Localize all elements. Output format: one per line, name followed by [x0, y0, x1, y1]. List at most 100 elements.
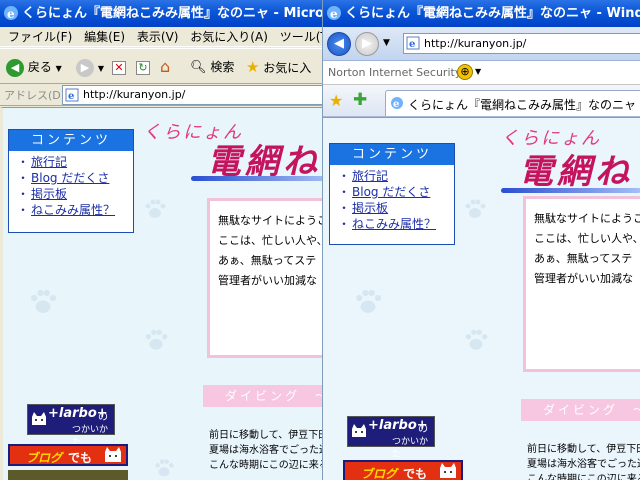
- refresh-icon: ↻: [136, 60, 150, 75]
- title-bar[interactable]: e くらにょん『電網ねこみみ属性』なのニャ - Windows I: [323, 0, 640, 27]
- back-button[interactable]: ◀ 戻る ▼: [6, 56, 62, 78]
- harbot-banner[interactable]: +larbo+ の つかいかた: [27, 404, 115, 448]
- tab-current[interactable]: e くらにょん『電網ねこみみ属性』なのニャ: [385, 90, 640, 116]
- norton-globe-icon[interactable]: ⊕: [457, 64, 473, 80]
- menu-link-travel[interactable]: ・旅行記: [338, 168, 454, 184]
- diary-line: 前日に移動して、伊豆下田: [527, 444, 640, 455]
- intro-box: 無駄なサイトにようこ ここは、忙しい人や、 あぁ、無駄ってステ 管理者がいい加減…: [523, 196, 640, 372]
- menu-link-blog[interactable]: ・ Blog だだくさ: [338, 184, 454, 200]
- address-input[interactable]: e http://kuranyon.jp/: [62, 85, 322, 105]
- cat-icon: [352, 424, 366, 437]
- dropdown-arrow-icon: ▼: [55, 64, 62, 73]
- cat-icon: [32, 412, 46, 425]
- cat-icon: [440, 463, 456, 478]
- navigation-bar: ◀ ▶ ▼ e http://kuranyon.jp/: [323, 27, 640, 61]
- back-arrow-icon: ◀: [334, 36, 344, 51]
- ie7-window: e くらにょん『電網ねこみみ属性』なのニャ - Windows I ◀ ▶ ▼ …: [322, 0, 640, 480]
- menu-link-nekomimi[interactable]: ・ねこみみ属性？: [17, 202, 133, 218]
- forward-button[interactable]: ▶ ▼: [76, 56, 104, 78]
- diary-line: こんな時期にこの辺に来る: [209, 460, 322, 471]
- address-label: アドレス(D): [4, 89, 66, 102]
- cat-icon: [105, 447, 121, 462]
- ie-page-icon: e: [391, 97, 403, 110]
- blog-banner[interactable]: ブログ でも: [343, 460, 463, 480]
- address-bar: アドレス(D) e http://kuranyon.jp/: [0, 84, 322, 106]
- paw-icon: [356, 289, 382, 313]
- address-input[interactable]: e http://kuranyon.jp/: [403, 33, 640, 54]
- paw-icon: [145, 199, 166, 218]
- menu-link-bbs[interactable]: ・掲示板: [17, 186, 133, 202]
- menu-file[interactable]: ファイル(F): [8, 27, 72, 47]
- home-button[interactable]: ⌂: [160, 56, 170, 78]
- back-label: 戻る: [27, 60, 52, 74]
- favorites-star-icon[interactable]: ★: [329, 91, 343, 110]
- diary-line: 夏場は海水浴客でごった返: [209, 445, 322, 456]
- star-icon: ★: [246, 58, 260, 76]
- paw-icon: [465, 329, 488, 350]
- window-title: くらにょん『電網ねこみみ属性』なのニャ - Windows I: [345, 6, 640, 21]
- ie6-window: e くらにょん『電網ねこみみ属性』なのニャ - Microsoft ファイル(F…: [0, 0, 322, 480]
- logo-swoosh: [501, 188, 640, 193]
- forward-arrow-icon: ▶: [76, 58, 94, 77]
- history-dropdown-icon[interactable]: ▼: [383, 38, 390, 48]
- svg-text:e: e: [68, 91, 74, 102]
- menu-link-blog[interactable]: ・ Blog だだくさ: [17, 170, 133, 186]
- menu-link-nekomimi[interactable]: ・ねこみみ属性？: [338, 216, 454, 232]
- menu-link-travel[interactable]: ・旅行記: [17, 154, 133, 170]
- contents-menu-title: コンテンツ: [9, 130, 133, 151]
- norton-toolbar: Norton Internet Security ⊕ ▼: [323, 61, 640, 85]
- stop-icon: ✕: [112, 60, 126, 75]
- contents-menu: コンテンツ ・旅行記 ・ Blog だだくさ ・掲示板 ・ねこみみ属性？: [8, 129, 134, 233]
- page-icon: e: [65, 88, 79, 102]
- home-icon: ⌂: [160, 57, 171, 76]
- tab-bar: ★ ✚ e くらにょん『電網ねこみみ属性』なのニャ: [323, 85, 640, 117]
- intro-line: 管理者がいい加減な: [534, 272, 633, 285]
- diary-line: こんな時期にこの辺に来る: [527, 474, 640, 480]
- menu-favorites[interactable]: お気に入り(A): [190, 27, 268, 47]
- search-icon: 🔍︎: [190, 60, 207, 75]
- intro-line: 無駄なサイトにようこ: [534, 212, 640, 225]
- menu-bar: ファイル(F) 編集(E) 表示(V) お気に入り(A) ツール(T: [0, 27, 322, 47]
- forward-button[interactable]: ▶: [355, 32, 379, 56]
- window-title: くらにょん『電網ねこみみ属性』なのニャ - Microsoft: [22, 6, 322, 21]
- diving-heading: ダイビング 〜: [203, 385, 322, 407]
- title-bar[interactable]: e くらにょん『電網ねこみみ属性』なのニャ - Microsoft: [0, 0, 322, 27]
- intro-line: ここは、忙しい人や、: [534, 232, 640, 245]
- stop-button[interactable]: ✕: [112, 56, 126, 78]
- page-icon: e: [406, 36, 420, 50]
- diary-text: 前日に移動して、伊豆下田 夏場は海水浴客でごった返 こんな時期にこの辺に来る: [209, 428, 322, 473]
- site-logo[interactable]: 電網ね: [519, 144, 633, 193]
- diary-line: 前日に移動して、伊豆下田: [209, 430, 322, 441]
- diary-line: 夏場は海水浴客でごった返: [527, 459, 640, 470]
- logo-swoosh: [191, 176, 322, 181]
- favorites-label: お気に入: [263, 61, 312, 75]
- standard-toolbar: ◀ 戻る ▼ ▶ ▼ ✕ ↻ ⌂ 🔍︎ 検索 ★ お気に入: [0, 48, 322, 84]
- banner-strip: [8, 470, 128, 480]
- intro-line: ここは、忙しい人や、: [218, 234, 322, 247]
- back-arrow-icon: ◀: [6, 58, 24, 77]
- back-button[interactable]: ◀: [327, 32, 351, 56]
- favorites-button[interactable]: ★ お気に入: [246, 56, 311, 78]
- page-viewport: コンテンツ ・旅行記 ・ Blog だだくさ ・掲示板 ・ねこみみ属性？ くらにょ…: [323, 117, 640, 480]
- ie-icon: e: [327, 6, 341, 21]
- svg-text:e: e: [393, 99, 399, 110]
- paw-icon: [145, 329, 168, 350]
- harbot-banner[interactable]: +larbo+ の つかいかた: [347, 416, 435, 460]
- address-value: http://kuranyon.jp/: [83, 88, 186, 101]
- menu-view[interactable]: 表示(V): [137, 27, 179, 47]
- refresh-button[interactable]: ↻: [136, 56, 150, 78]
- paw-icon: [155, 459, 174, 477]
- intro-line: あぁ、無駄ってステ: [218, 254, 317, 267]
- intro-line: 管理者がいい加減な: [218, 274, 317, 287]
- search-button[interactable]: 🔍︎ 検索: [190, 56, 234, 78]
- paw-icon: [465, 199, 486, 218]
- search-label: 検索: [210, 60, 235, 74]
- menu-tools[interactable]: ツール(T: [280, 27, 322, 47]
- menu-link-bbs[interactable]: ・掲示板: [338, 200, 454, 216]
- add-favorites-icon[interactable]: ✚: [353, 90, 367, 110]
- intro-line: 無駄なサイトにようこ: [218, 214, 322, 227]
- contents-menu: コンテンツ ・旅行記 ・ Blog だだくさ ・掲示板 ・ねこみみ属性？: [329, 143, 455, 245]
- blog-banner[interactable]: ブログ でも: [8, 444, 128, 466]
- dropdown-arrow-icon[interactable]: ▼: [475, 67, 481, 76]
- menu-edit[interactable]: 編集(E): [84, 27, 125, 47]
